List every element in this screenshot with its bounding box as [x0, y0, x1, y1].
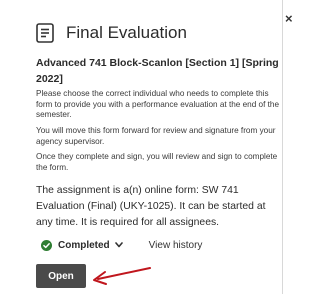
status-label: Completed	[58, 239, 110, 251]
open-button[interactable]: Open	[36, 264, 86, 288]
status-row: Completed View history	[36, 236, 202, 254]
assignment-description: The assignment is a(n) online form: SW 7…	[36, 185, 266, 229]
final-evaluation-panel: × Final Evaluation Advanced 741 Block-Sc…	[0, 0, 299, 294]
annotation-arrow-icon	[93, 267, 151, 285]
status-dropdown[interactable]: Completed	[36, 236, 129, 254]
view-history-link[interactable]: View history	[149, 240, 203, 251]
panel-header: Final Evaluation	[36, 23, 187, 43]
close-button[interactable]: ×	[285, 12, 293, 25]
document-icon	[36, 23, 54, 43]
instruction-paragraph: You will move this form forward for revi…	[36, 126, 276, 146]
course-name: Advanced 741 Block-Scanlon [Section 1] […	[36, 57, 279, 85]
instruction-paragraph: Once they complete and sign, you will re…	[36, 152, 278, 172]
chevron-down-icon	[114, 242, 123, 248]
instruction-paragraph: Please choose the correct individual who…	[36, 89, 280, 120]
check-circle-icon	[41, 239, 52, 251]
page-title: Final Evaluation	[66, 23, 187, 42]
